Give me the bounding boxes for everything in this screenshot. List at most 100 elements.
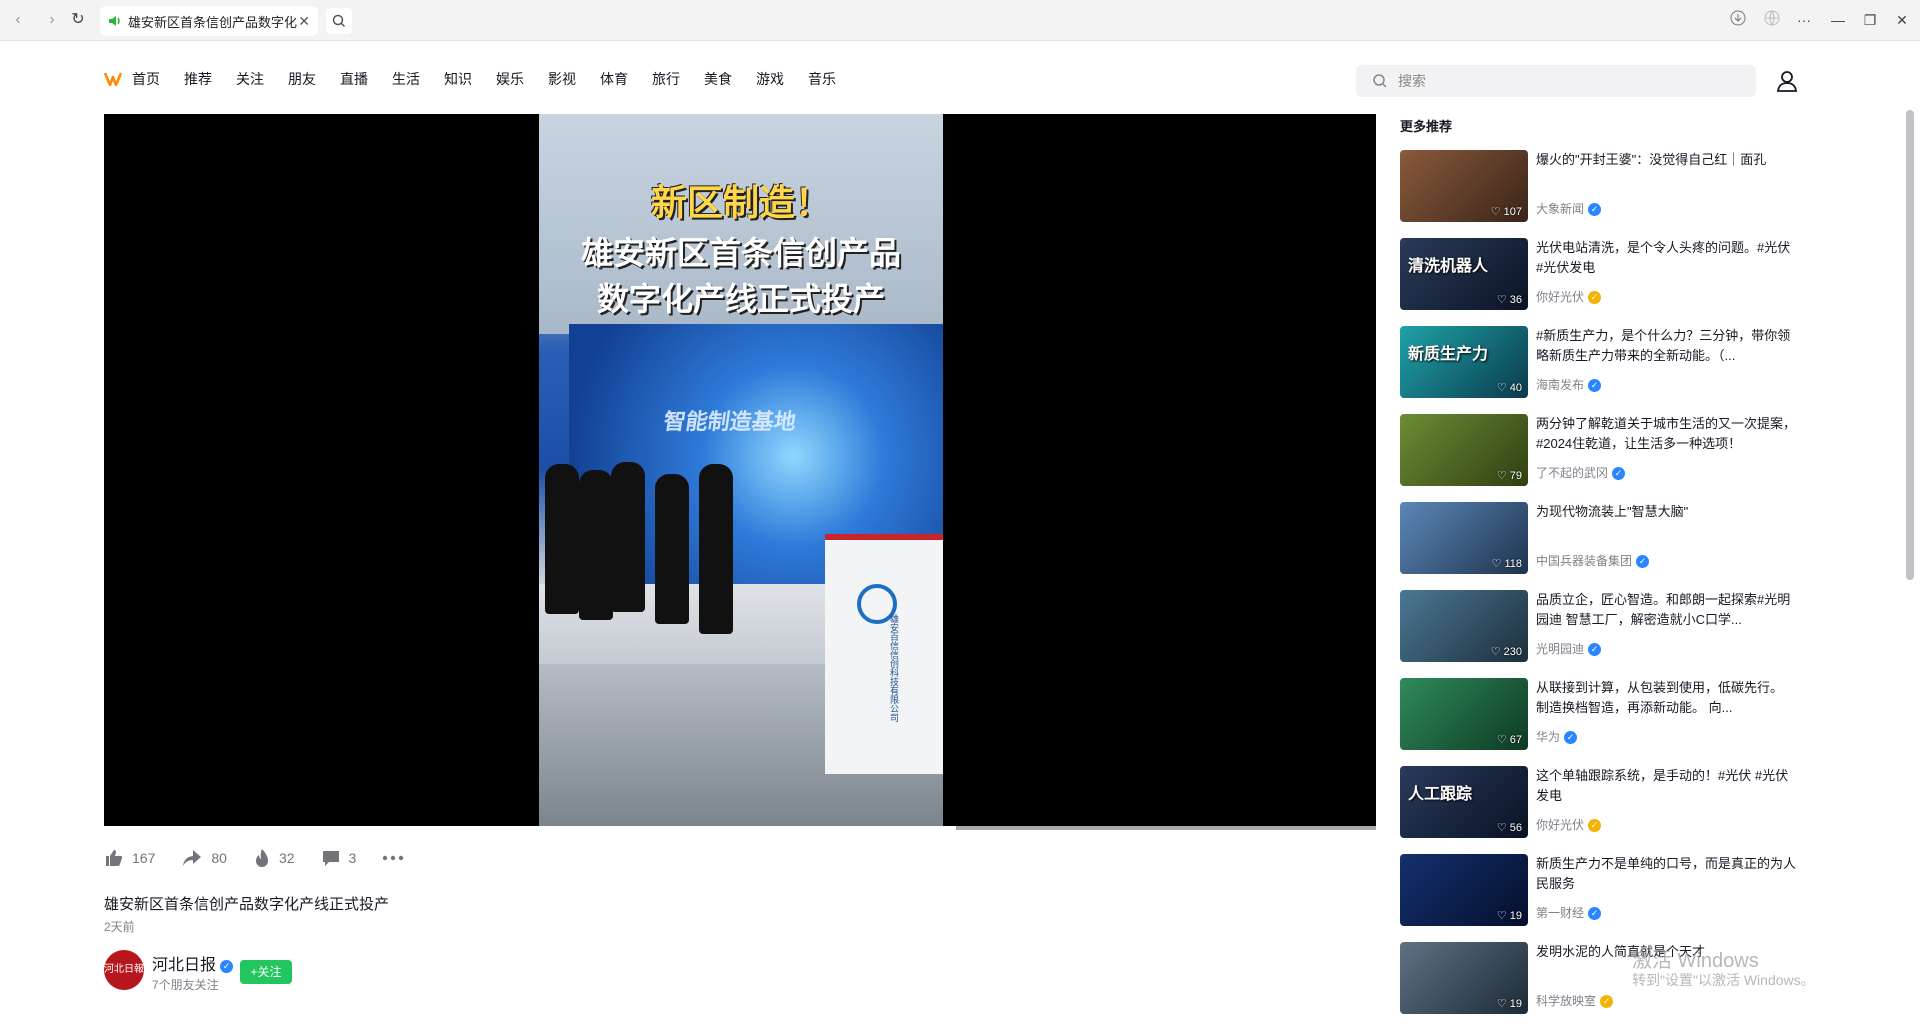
rec-item[interactable]: ♡ 67 从联接到计算，从包装到使用，低碳先行。 制造换档智造，再添新动能。 向.…: [1400, 678, 1800, 766]
rec-title[interactable]: 这个单轴跟踪系统，是手动的！#光伏 #光伏发电: [1536, 766, 1798, 806]
rec-author[interactable]: 中国兵器装备集团 ✓: [1536, 552, 1650, 569]
verified-icon: ✓: [1600, 995, 1614, 1008]
rec-author[interactable]: 了不起的武冈 ✓: [1536, 464, 1626, 481]
rec-title[interactable]: 爆火的"开封王婆"：没觉得自己红｜面孔: [1536, 150, 1798, 170]
rec-thumbnail[interactable]: ♡ 230: [1400, 590, 1528, 662]
nav-item-following[interactable]: 关注: [236, 69, 264, 89]
rec-thumbnail[interactable]: ♡ 118: [1400, 502, 1528, 574]
rec-author[interactable]: 你好光伏 ✓: [1536, 816, 1602, 833]
nav-item-entertainment[interactable]: 娱乐: [496, 69, 524, 89]
rec-author[interactable]: 海南发布 ✓: [1536, 376, 1602, 393]
comment-button[interactable]: 3: [321, 848, 356, 868]
browser-tab[interactable]: 雄安新区首条信创产品数字化 ✕: [100, 6, 318, 36]
nav-item-knowledge[interactable]: 知识: [444, 69, 472, 89]
rec-item[interactable]: ♡ 107 爆火的"开封王婆"：没觉得自己红｜面孔 大象新闻 ✓: [1400, 150, 1800, 238]
hot-button[interactable]: 32: [253, 848, 295, 868]
page-scrollbar[interactable]: [1906, 110, 1914, 580]
tab-close-icon[interactable]: ✕: [298, 13, 310, 30]
rec-item[interactable]: ♡ 19 新质生产力不是单纯的口号，而是真正的为人民服务第一财经 ✓: [1400, 854, 1800, 942]
nav-item-film[interactable]: 影视: [548, 69, 576, 89]
nav-item-live[interactable]: 直播: [340, 69, 368, 89]
rec-author[interactable]: 第一财经 ✓: [1536, 904, 1602, 921]
menu-button[interactable]: ···: [1792, 10, 1816, 30]
rec-item[interactable]: ♡ 230 品质立企，匠心智造。和郎朗一起探索#光明园迪 智慧工厂，解密造就小C口…: [1400, 590, 1800, 678]
nav-item-life[interactable]: 生活: [392, 69, 420, 89]
rec-like-count: ♡ 79: [1496, 470, 1522, 482]
windows-watermark-subtitle: 转到"设置"以激活 Windows。: [1632, 972, 1815, 988]
verified-icon: ✓: [1636, 555, 1650, 568]
rec-title[interactable]: 从联接到计算，从包装到使用，低碳先行。 制造换档智造，再添新动能。 向...: [1536, 678, 1798, 718]
nav-item-friends[interactable]: 朋友: [288, 69, 316, 89]
nav-item-sports[interactable]: 体育: [600, 69, 628, 89]
back-button[interactable]: ‹: [8, 10, 28, 30]
like-button[interactable]: 167: [104, 848, 155, 868]
verified-icon: ✓: [1588, 291, 1602, 304]
forward-button[interactable]: ›: [42, 10, 62, 30]
video-player[interactable]: 智能制造基地 雄安百信信创科技有限公司 新区制造！ 雄安新区首条信创产品 数字化…: [104, 114, 1376, 826]
video-progress-bar[interactable]: [104, 826, 1376, 830]
reload-button[interactable]: ↻: [68, 10, 88, 30]
windows-watermark-title: 激活 Windows: [1632, 950, 1759, 972]
verified-icon: ✓: [1588, 819, 1602, 832]
rec-title[interactable]: 新质生产力不是单纯的口号，而是真正的为人民服务: [1536, 854, 1798, 894]
nav-item-food[interactable]: 美食: [704, 69, 732, 89]
site-header: 首页 推荐 关注 朋友 直播 生活 知识 娱乐 影视 体育 旅行 美食 游戏 音…: [0, 41, 1920, 113]
search-input[interactable]: 搜索: [1356, 65, 1756, 97]
rec-author[interactable]: 光明园迪 ✓: [1536, 640, 1602, 657]
rec-thumbnail[interactable]: ♡ 19: [1400, 854, 1528, 926]
restore-button[interactable]: ❐: [1858, 10, 1882, 30]
rec-like-count: ♡ 19: [1496, 998, 1522, 1010]
rec-item[interactable]: 新质生产力 ♡ 40 #新质生产力，是个什么力？三分钟，带你领略新质生产力带来的全新…: [1400, 326, 1800, 414]
download-icon[interactable]: [1726, 10, 1750, 30]
user-icon[interactable]: [1775, 69, 1799, 93]
rec-author[interactable]: 大象新闻 ✓: [1536, 200, 1602, 217]
rec-thumbnail[interactable]: 人工跟踪 ♡ 56: [1400, 766, 1528, 838]
tab-search-button[interactable]: [326, 8, 352, 34]
video-time: 2天前: [104, 920, 135, 934]
author-name[interactable]: 河北日报: [152, 957, 216, 974]
rec-title[interactable]: #新质生产力，是个什么力？三分钟，带你领略新质生产力带来的全新动能。（...: [1536, 326, 1798, 366]
speaker-icon[interactable]: [108, 15, 122, 27]
rec-item[interactable]: ♡ 118 为现代物流装上"智慧大脑" 中国兵器装备集团 ✓: [1400, 502, 1800, 590]
douyin-logo-icon[interactable]: [104, 71, 122, 87]
screen-text: 智能制造基地: [662, 409, 798, 434]
rec-like-count: ♡ 36: [1496, 294, 1522, 306]
follow-button[interactable]: +关注: [240, 960, 292, 984]
more-button[interactable]: [382, 855, 404, 861]
rec-author[interactable]: 科学放映室 ✓: [1536, 992, 1614, 1009]
rec-thumbnail[interactable]: ♡ 107: [1400, 150, 1528, 222]
nav-item-games[interactable]: 游戏: [756, 69, 784, 89]
minimize-button[interactable]: —: [1826, 10, 1850, 30]
rec-title[interactable]: 品质立企，匠心智造。和郎朗一起探索#光明园迪 智慧工厂，解密造就小C口学...: [1536, 590, 1798, 630]
nav-item-home[interactable]: 首页: [132, 69, 160, 89]
nav-item-travel[interactable]: 旅行: [652, 69, 680, 89]
rec-thumb-label: 新质生产力: [1408, 346, 1489, 363]
rec-author[interactable]: 你好光伏 ✓: [1536, 288, 1602, 305]
rec-thumbnail[interactable]: 新质生产力 ♡ 40: [1400, 326, 1528, 398]
verified-icon: ✓: [1588, 907, 1602, 920]
verified-icon: ✓: [1588, 379, 1602, 392]
rec-thumbnail[interactable]: ♡ 79: [1400, 414, 1528, 486]
nav-item-music[interactable]: 音乐: [808, 69, 836, 89]
rec-item[interactable]: 清洗机器人 ♡ 36 光伏电站清洗，是个令人头疼的问题。#光伏 #光伏发电你好光伏 ✓: [1400, 238, 1800, 326]
nav-item-recommend[interactable]: 推荐: [184, 69, 212, 89]
caption-line-2: 雄安新区首条信创产品: [580, 234, 901, 272]
rec-title[interactable]: 为现代物流装上"智慧大脑": [1536, 502, 1798, 522]
close-window-button[interactable]: ✕: [1890, 10, 1914, 30]
rec-thumbnail[interactable]: 清洗机器人 ♡ 36: [1400, 238, 1528, 310]
rec-title[interactable]: 光伏电站清洗，是个令人头疼的问题。#光伏 #光伏发电: [1536, 238, 1798, 278]
verified-icon: ✓: [1612, 467, 1626, 480]
rec-thumbnail[interactable]: ♡ 19: [1400, 942, 1528, 1014]
search-icon: [1373, 74, 1387, 88]
rec-author[interactable]: 华为 ✓: [1536, 728, 1578, 745]
share-button[interactable]: 80: [181, 848, 227, 868]
author-name-row[interactable]: 河北日报 ✓: [152, 951, 234, 975]
verified-icon: ✓: [1564, 731, 1578, 744]
rec-item[interactable]: 人工跟踪 ♡ 56 这个单轴跟踪系统，是手动的！#光伏 #光伏发电你好光伏 ✓: [1400, 766, 1800, 854]
rec-title[interactable]: 两分钟了解乾道关于城市生活的又一次提案，#2024住乾道，让生活多一种选项！: [1536, 414, 1798, 454]
rec-item[interactable]: ♡ 79 两分钟了解乾道关于城市生活的又一次提案，#2024住乾道，让生活多一种选…: [1400, 414, 1800, 502]
globe-icon[interactable]: [1760, 10, 1784, 30]
rec-thumbnail[interactable]: ♡ 67: [1400, 678, 1528, 750]
recommend-header: 更多推荐: [1400, 119, 1453, 134]
author-avatar[interactable]: 河北日報: [104, 950, 144, 990]
